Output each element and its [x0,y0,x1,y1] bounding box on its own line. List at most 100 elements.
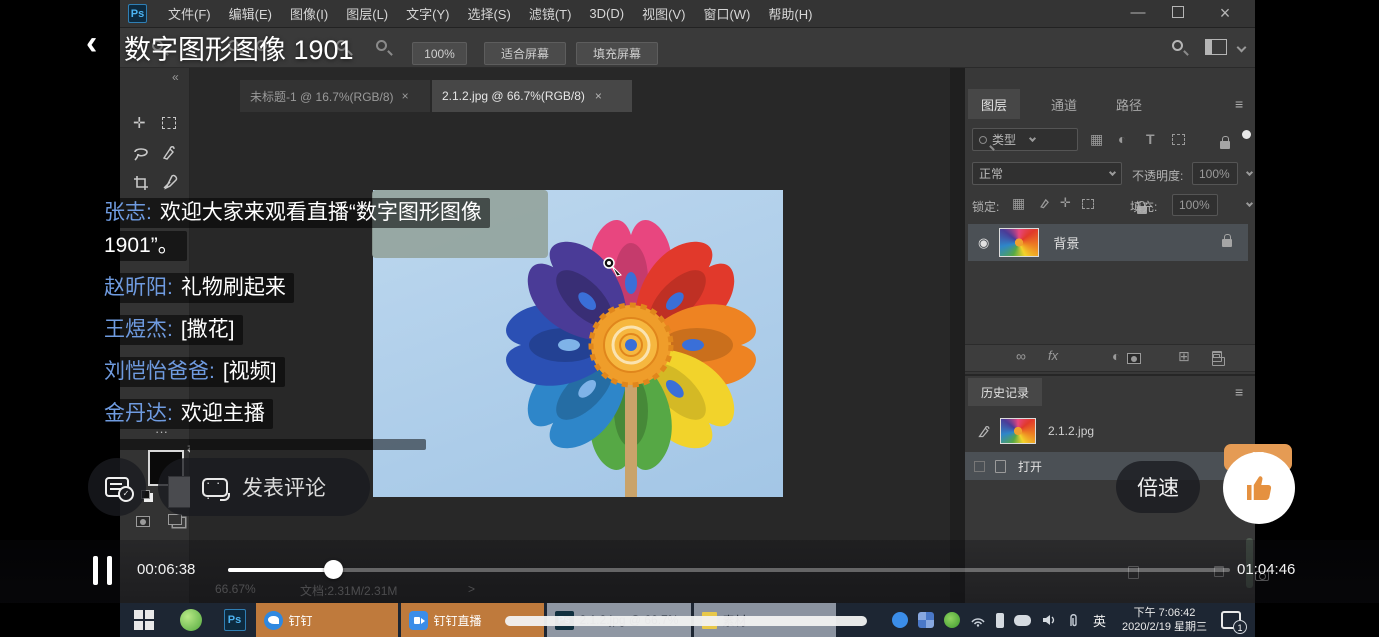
crop-tool-icon[interactable] [132,174,150,192]
tray-volume-icon[interactable] [1041,613,1057,627]
clock-date: 2020/2/19 星期三 [1122,620,1207,634]
document-tab-untitled[interactable]: 未标题-1 @ 16.7%(RGB/8) × [240,80,430,112]
move-tool-icon[interactable]: ✛ [133,114,146,132]
filter-shape-icon[interactable] [1172,134,1185,145]
history-snapshot-row[interactable]: 2.1.2.jpg [965,412,1255,450]
menu-view[interactable]: 视图(V) [642,4,685,23]
speed-label: 倍速 [1137,472,1179,502]
fill-screen-button[interactable]: 填充屏幕 [576,42,658,65]
fill-value-box[interactable]: 100% [1172,194,1218,216]
start-button-icon[interactable] [134,610,154,630]
layers-panel-menu-icon[interactable]: ≡ [1235,96,1243,112]
history-source-checkbox[interactable] [974,461,985,472]
zoom-100-button[interactable]: 100% [412,42,467,65]
lasso-tool-icon[interactable] [132,144,150,162]
lock-artboard-icon[interactable] [1082,199,1094,209]
tray-shield-icon[interactable] [944,612,960,628]
layer-filter-select[interactable]: 类型 [972,128,1078,151]
eyedropper-tool-icon[interactable] [160,174,178,192]
add-mask-icon[interactable] [1127,353,1141,364]
notification-center-icon[interactable]: 1 [1221,611,1241,629]
close-tab-icon[interactable]: × [402,89,409,103]
filter-toggle-dot[interactable] [1242,130,1251,139]
link-layers-icon[interactable]: ∞ [1016,348,1026,364]
pause-button[interactable] [93,556,98,585]
layer-lock-icon [1222,239,1232,247]
workspace-chevron-icon[interactable] [1237,43,1247,53]
filter-smart-icon[interactable] [1220,141,1230,149]
tray-mouse-icon[interactable] [1014,615,1031,626]
blend-mode-select[interactable]: 正常 [972,162,1122,185]
close-tab-icon[interactable]: × [595,89,602,103]
opacity-value-box[interactable]: 100% [1192,162,1238,185]
menu-image[interactable]: 图像(I) [290,4,328,23]
history-step-open-row[interactable]: 打开 [965,452,1255,480]
quick-mask-icon[interactable] [136,516,150,527]
browser-icon[interactable] [180,609,202,631]
chat-username: 刘恺怡爸爸: [104,360,215,383]
tab-history[interactable]: 历史记录 [968,378,1042,406]
new-layer-icon[interactable]: ⊞ [1178,348,1190,365]
tab-paths[interactable]: 路径 [1103,89,1155,119]
ime-indicator[interactable]: 英 [1093,611,1106,630]
tray-dingtalk-icon[interactable] [892,612,908,628]
adjustment-layer-icon[interactable]: ◐ [1112,348,1120,364]
danmaku-toggle-button[interactable] [88,458,146,516]
document-tab-active[interactable]: 2.1.2.jpg @ 66.7%(RGB/8) × [432,80,632,112]
total-time: 01:04:46 [1237,561,1295,578]
menu-filter[interactable]: 滤镜(T) [529,4,572,23]
close-window-icon[interactable]: × [1205,3,1245,24]
post-comment-button[interactable]: 发表评论 [158,458,370,516]
lock-transparent-icon[interactable]: ▦ [1012,195,1025,212]
taskbar-photoshop-icon[interactable]: Ps [224,609,246,631]
tray-network-icon[interactable] [970,613,986,627]
filter-type-icon[interactable]: T [1146,131,1155,147]
layer-style-fx-icon[interactable]: fx [1048,348,1058,363]
restore-icon[interactable] [1172,6,1184,18]
layer-row-background[interactable]: ◉ 背景 [968,224,1248,261]
lock-position-icon[interactable]: ✛ [1060,195,1071,211]
home-indicator[interactable] [505,616,867,626]
progress-track[interactable] [228,568,1230,572]
filter-adjustment-icon[interactable]: ◐ [1118,131,1126,147]
history-panel-menu-icon[interactable]: ≡ [1235,384,1243,400]
filter-pixel-icon[interactable]: ▦ [1090,131,1103,148]
layer-thumbnail[interactable] [999,228,1039,257]
menu-layer[interactable]: 图层(L) [346,4,388,23]
chat-text: 礼物刷起来 [181,276,286,299]
menu-help[interactable]: 帮助(H) [768,4,812,23]
tab-label: 未标题-1 @ 16.7%(RGB/8) [250,88,394,105]
screen-mode-icon[interactable] [168,514,182,525]
menu-select[interactable]: 选择(S) [467,4,510,23]
lock-paint-icon[interactable] [1038,196,1052,210]
tray-clip-icon[interactable] [1067,613,1080,628]
menu-window[interactable]: 窗口(W) [703,4,750,23]
pause-button-bar2[interactable] [107,556,112,585]
menu-file[interactable]: 文件(F) [168,4,211,23]
menu-3d[interactable]: 3D(D) [589,6,624,21]
menu-edit[interactable]: 编辑(E) [229,4,272,23]
fit-screen-button[interactable]: 适合屏幕 [484,42,566,65]
post-comment-label: 发表评论 [242,472,326,502]
taskbar-clock[interactable]: 下午 7:06:42 2020/2/19 星期三 [1122,606,1207,634]
playback-speed-button[interactable]: 倍速 [1116,461,1200,513]
delete-layer-icon[interactable] [1212,351,1222,362]
collapse-tools-icon[interactable]: « [172,70,179,84]
zoom-windows-icon[interactable] [376,40,387,51]
tab-channels[interactable]: 通道 [1038,89,1090,119]
quick-selection-tool-icon[interactable] [160,144,178,162]
menu-type[interactable]: 文字(Y) [406,4,449,23]
search-icon[interactable] [1172,40,1183,51]
taskbar-app-dingtalk[interactable]: 钉钉 [256,603,398,637]
minimize-icon[interactable]: — [1118,4,1158,21]
layer-visibility-eye-icon[interactable]: ◉ [978,235,989,251]
progress-handle[interactable] [324,560,343,579]
tray-usb-icon[interactable] [996,613,1004,628]
marquee-tool-icon[interactable] [162,117,176,129]
tray-app-icon[interactable] [918,612,934,628]
workspace-icon[interactable] [1205,39,1227,55]
tab-layers[interactable]: 图层 [968,89,1020,119]
back-icon[interactable]: ‹ [86,26,97,60]
comment-list-icon [105,477,129,497]
like-button[interactable] [1223,452,1295,524]
